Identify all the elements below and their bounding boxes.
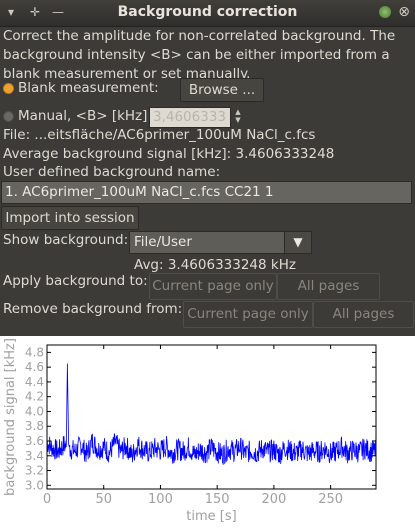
manual-option[interactable]: Manual, <B> [kHz]: [3, 108, 152, 124]
show-background-value: File/User [134, 234, 192, 250]
x-tick-label: 200 [261, 492, 286, 507]
background-name-label: User defined background name: [3, 164, 221, 180]
import-into-session-button[interactable]: Import into session [1, 206, 139, 230]
background-chart: 0 50 100 150 200 2503.03.23.43.63.84.04.24.44… [3, 338, 377, 524]
y-tick-label: 4.4 [25, 375, 44, 389]
blank-measurement-label: Blank measurement: [18, 80, 159, 96]
blank-measurement-option[interactable]: Blank measurement: [3, 80, 159, 96]
remove-current-page-button[interactable]: Current page only [183, 301, 313, 328]
chevron-down-icon[interactable]: ▼ [284, 232, 311, 253]
apply-all-pages-button[interactable]: All pages [277, 273, 380, 300]
y-tick-label: 4.6 [25, 360, 44, 374]
x-tick-label: 150 [205, 492, 230, 507]
window-titlebar: ▾ ✛ — Background correction ⊗ [0, 0, 415, 27]
close-icon[interactable]: ⊗ [398, 4, 410, 20]
y-axis-label: background signal [kHz] [3, 338, 18, 496]
y-tick-label: 4.2 [25, 390, 44, 404]
background-plot: 0 50 100 150 200 250 3.0 3.2 3.4 3.6 3.8 4.0 4.2 4.4 4… [0, 336, 415, 531]
manual-spin-arrows-icon[interactable]: ▲ ▼ [233, 108, 243, 124]
manual-value-input[interactable]: 3,4606333 [149, 107, 231, 128]
x-axis-label: time [s] [186, 509, 236, 524]
window-title: Background correction [117, 4, 298, 20]
y-tick-label: 3.6 [25, 434, 44, 448]
remove-all-pages-button[interactable]: All pages [313, 301, 414, 328]
manual-label: Manual, <B> [kHz]: [18, 108, 152, 124]
plot-frame [46, 344, 377, 490]
y-tick-label: 4.0 [25, 404, 44, 418]
background-name-input[interactable]: 1. AC6primer_100uM NaCl_c.fcs CC21 1 [1, 181, 412, 204]
app-icon [379, 6, 391, 18]
apply-background-label: Apply background to: [3, 273, 148, 289]
browse-button[interactable]: Browse ... [180, 78, 264, 102]
y-tick-label: 3.2 [25, 464, 44, 478]
x-tick-label: 250 [318, 492, 343, 507]
y-tick-label: 3.0 [25, 478, 44, 492]
show-background-select[interactable]: File/User ▼ [129, 231, 312, 254]
y-tick-label: 3.8 [25, 419, 44, 433]
file-label: File: ...eitsfläche/AC6primer_100uM NaCl… [3, 127, 316, 143]
description-text: Correct the amplitude for non-correlated… [3, 28, 396, 82]
y-tick-label: 3.4 [25, 449, 44, 463]
y-tick-label: 4.8 [25, 345, 44, 359]
average-signal-label: Average background signal [kHz]: 3.46063… [3, 146, 335, 162]
x-tick-label: 50 [95, 492, 112, 507]
average-value-label: Avg: 3.4606333248 kHz [134, 257, 296, 273]
show-background-label: Show background: [3, 232, 129, 248]
x-tick-label: 100 [148, 492, 173, 507]
blank-radio-icon[interactable] [3, 82, 14, 94]
manual-radio-icon[interactable] [3, 110, 14, 122]
x-tick-label: 0 [43, 492, 51, 507]
apply-current-page-button[interactable]: Current page only [149, 273, 277, 300]
series-line [46, 363, 377, 465]
remove-background-label: Remove background from: [3, 301, 183, 317]
